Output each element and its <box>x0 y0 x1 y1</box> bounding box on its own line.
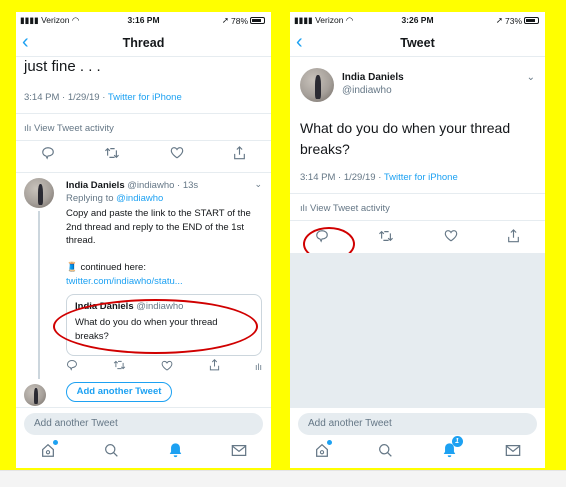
chevron-down-icon[interactable]: ⌄ <box>254 179 262 190</box>
replying-to: Replying to @indiawho <box>66 193 163 204</box>
tab-bar <box>16 440 271 458</box>
search-icon[interactable] <box>104 443 119 458</box>
tweet-client-link[interactable]: Twitter for iPhone <box>384 172 458 183</box>
divider <box>16 140 271 141</box>
share-icon[interactable] <box>233 145 246 165</box>
compose-input[interactable]: Add another Tweet <box>298 413 537 435</box>
tweet-time: 3:14 PM <box>300 172 336 183</box>
tweet-body: Copy and paste the link to the START of … <box>66 208 251 246</box>
retweet-icon[interactable] <box>104 146 120 165</box>
page-title: Thread <box>122 36 165 50</box>
continued-line: 🧵 continued here: twitter.com/indiawho/s… <box>66 261 262 288</box>
search-icon[interactable] <box>378 443 393 458</box>
divider <box>16 113 271 114</box>
divider <box>290 193 545 194</box>
author-name: India Daniels <box>66 180 125 191</box>
author-handle: @indiawho <box>127 180 175 191</box>
location-icon: ➚ <box>495 15 503 25</box>
author-name: India Daniels <box>342 72 404 83</box>
empty-replies-area <box>290 253 545 408</box>
reply-icon[interactable] <box>66 358 78 376</box>
chevron-down-icon[interactable]: ⌄ <box>527 72 535 83</box>
tweet-age: 13s <box>182 180 199 191</box>
like-icon[interactable] <box>161 358 173 376</box>
thread-line <box>38 211 40 379</box>
nav-bar: ‹ Tweet <box>290 30 545 57</box>
retweet-icon[interactable] <box>378 229 394 248</box>
battery-percent: 78% <box>230 15 248 26</box>
tweet-meta: 3:14 PM · 1/29/19 · Twitter for iPhone <box>300 172 458 183</box>
tweet-text: What do you do when your thread breaks? <box>300 120 511 157</box>
bottom-strip <box>0 470 566 487</box>
status-bar: ▮▮▮▮ Verizon ◠ 3:26 PM ➚ 73% <box>290 12 545 28</box>
bottom-bar: Add another Tweet <box>16 407 271 468</box>
nav-bar: ‹ Thread <box>16 30 271 57</box>
tweet-date: 1/29/19 <box>343 172 376 183</box>
like-icon[interactable] <box>170 146 184 164</box>
battery-icon <box>524 17 539 24</box>
like-icon[interactable] <box>444 229 458 247</box>
prev-tweet-tail: just fine . . . <box>24 58 101 75</box>
notifications-bell-icon[interactable] <box>168 442 183 458</box>
tweet-meta: 3:14 PM · 1/29/19 · Twitter for iPhone <box>24 92 182 103</box>
share-icon[interactable] <box>507 228 520 248</box>
tweet-actions <box>16 145 271 165</box>
battery-percent: 73% <box>504 15 522 26</box>
home-icon[interactable] <box>40 440 59 458</box>
thread-screen: ▮▮▮▮ Verizon ◠ 3:16 PM ➚ 78% ‹ Thread ju… <box>16 12 271 468</box>
battery-icon <box>250 17 265 24</box>
avatar[interactable] <box>300 68 334 102</box>
thread-link[interactable]: twitter.com/indiawho/statu... <box>66 276 183 287</box>
reply-icon[interactable] <box>41 146 55 165</box>
analytics-icon[interactable]: ılı <box>255 362 262 372</box>
tweet-client-link[interactable]: Twitter for iPhone <box>108 92 182 103</box>
replying-prefix: Replying to <box>66 193 114 204</box>
tab-bar: 1 <box>290 436 545 458</box>
avatar <box>24 384 46 406</box>
avatar[interactable] <box>24 178 54 208</box>
reply-header: India Daniels @indiawho · 13s <box>66 180 199 191</box>
tweet-activity-label: View Tweet activity <box>34 123 114 134</box>
reply-actions: ılı <box>66 359 262 375</box>
tweet-date: 1/29/19 <box>67 92 100 103</box>
bottom-bar: Add another Tweet 1 <box>290 407 545 468</box>
bar-chart-icon: ılı <box>300 203 308 214</box>
tweet-detail-screen: ▮▮▮▮ Verizon ◠ 3:26 PM ➚ 73% ‹ Tweet Ind… <box>290 12 545 468</box>
share-icon[interactable] <box>209 358 220 376</box>
divider <box>290 220 545 221</box>
thread-spool-emoji: 🧵 <box>66 262 78 273</box>
battery: ➚ 78% <box>222 15 265 26</box>
mail-icon[interactable] <box>505 444 521 457</box>
mail-icon[interactable] <box>231 444 247 457</box>
status-bar: ▮▮▮▮ Verizon ◠ 3:16 PM ➚ 78% <box>16 12 271 28</box>
tweet-activity-row[interactable]: ılı View Tweet activity <box>300 203 390 214</box>
home-icon[interactable] <box>314 440 333 458</box>
tweet-activity-row[interactable]: ılı View Tweet activity <box>24 123 114 134</box>
retweet-icon[interactable] <box>113 358 126 376</box>
battery: ➚ 73% <box>496 15 539 26</box>
notifications-bell-icon[interactable]: 1 <box>442 436 463 458</box>
author-handle: @indiawho <box>342 85 392 96</box>
notifications-badge: 1 <box>451 436 463 447</box>
continued-prefix: continued here: <box>80 262 146 273</box>
page-title: Tweet <box>400 36 435 50</box>
annotation-circle <box>53 299 258 354</box>
replying-handle-link[interactable]: @indiawho <box>116 193 163 204</box>
tweet-time: 3:14 PM <box>24 92 60 103</box>
location-icon: ➚ <box>221 15 229 25</box>
add-another-tweet-button[interactable]: Add another Tweet <box>66 382 172 402</box>
divider <box>16 172 271 173</box>
compose-input[interactable]: Add another Tweet <box>24 413 263 435</box>
bar-chart-icon: ılı <box>24 123 32 134</box>
tweet-activity-label: View Tweet activity <box>310 203 390 214</box>
